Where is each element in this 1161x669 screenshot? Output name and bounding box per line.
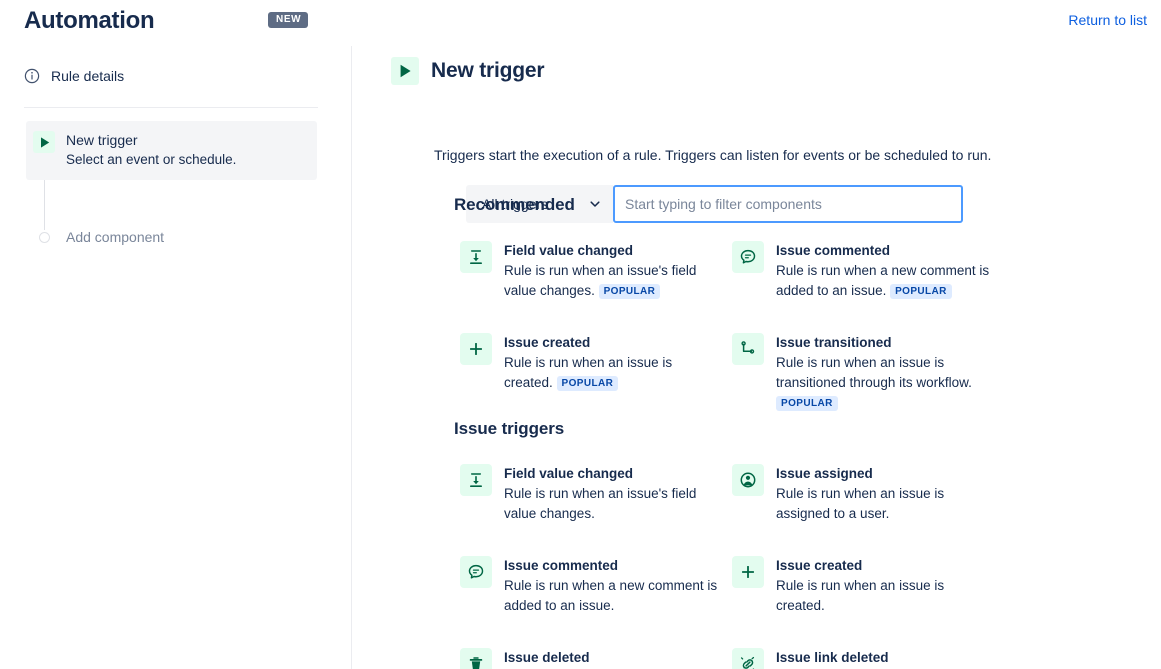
broken-link-icon xyxy=(732,648,764,669)
trigger-card-slot: Issue created Rule is run when an issue i… xyxy=(454,327,726,399)
trigger-card-description-text: Rule is run when an issue is assigned to… xyxy=(776,486,945,521)
popular-badge: POPULAR xyxy=(890,284,952,299)
section-title: Issue triggers xyxy=(454,419,565,438)
trigger-card-text: Issue deletedRule is run when an issue i… xyxy=(504,648,672,669)
play-icon xyxy=(33,131,55,153)
page-header: Automation NEW Return to list xyxy=(0,0,1161,46)
trigger-card-text: Issue commented Rule is run when a new co… xyxy=(504,556,718,616)
trigger-card-description: Rule is run when a new comment is added … xyxy=(504,576,718,616)
trigger-card-title: Field value changed xyxy=(504,466,634,481)
trigger-card-text: Issue assigned Rule is run when an issue … xyxy=(776,464,990,524)
trigger-card-text: Field value changed Rule is run when an i… xyxy=(504,464,718,524)
trigger-card-slot: Issue commented Rule is run when a new co… xyxy=(726,235,998,307)
trigger-card[interactable]: Issue assigned Rule is run when an issue … xyxy=(726,458,998,530)
field-value-changed-icon xyxy=(460,241,492,273)
trigger-card[interactable]: Issue commented Rule is run when a new co… xyxy=(454,550,726,622)
automation-trigger-page: Automation NEW Return to list Rule detai… xyxy=(0,0,1161,669)
plus-icon xyxy=(460,333,492,365)
trigger-card-description: Rule is run when an issue's field value … xyxy=(504,484,718,524)
main-title: New trigger xyxy=(431,59,545,82)
popular-badge: POPULAR xyxy=(556,376,619,391)
trigger-card-title: Issue deleted xyxy=(504,650,590,665)
trigger-card-title: Issue link deleted xyxy=(776,650,889,665)
trigger-card-slot: Issue commented Rule is run when a new co… xyxy=(454,550,726,622)
trigger-card-description: Rule is run when an issue's field value … xyxy=(504,261,718,301)
trigger-card-description-text: Rule is run when an issue is created. xyxy=(776,578,945,613)
trigger-card-text: Issue created Rule is run when an issue i… xyxy=(504,333,718,393)
sidebar-item-new-trigger[interactable]: New trigger Select an event or schedule. xyxy=(26,121,317,180)
popular-badge: POPULAR xyxy=(776,396,838,411)
sidebar: Rule details New trigger Select an event… xyxy=(0,46,352,669)
trigger-card-description: Rule is run when an issue is created. PO… xyxy=(504,353,718,393)
trigger-card-description-text: Rule is run when an issue's field value … xyxy=(504,486,697,521)
main-header: New trigger xyxy=(391,57,545,85)
trigger-card-text: Issue transitioned Rule is run when an is… xyxy=(776,333,990,413)
trigger-card-title: Field value changed xyxy=(504,243,634,258)
trigger-card-title: Issue commented xyxy=(504,558,619,573)
trigger-card-slot: Field value changed Rule is run when an i… xyxy=(454,458,726,530)
section-title: Recommended xyxy=(454,195,575,214)
trigger-card-slot: Issue deletedRule is run when an issue i… xyxy=(454,642,726,669)
trigger-card-title: Issue commented xyxy=(776,243,891,258)
trigger-card-slot: Issue link deletedRule executes when an … xyxy=(726,642,998,669)
trigger-card[interactable]: Issue deletedRule is run when an issue i… xyxy=(454,642,726,669)
trigger-card-description-text: Rule is run when a new comment is added … xyxy=(504,578,718,613)
trigger-card-title: Issue created xyxy=(776,558,863,573)
plus-icon xyxy=(732,556,764,588)
trigger-card-slot: Issue assigned Rule is run when an issue … xyxy=(726,458,998,530)
trigger-card[interactable]: Issue link deletedRule executes when an … xyxy=(726,642,998,669)
trigger-card-slot: Issue created Rule is run when an issue i… xyxy=(726,550,998,622)
sidebar-divider xyxy=(24,107,318,108)
trigger-card[interactable]: Issue transitioned Rule is run when an is… xyxy=(726,327,998,419)
trigger-card-title: Issue assigned xyxy=(776,466,873,481)
trash-icon xyxy=(460,648,492,669)
sidebar-item-rule-details[interactable]: Rule details xyxy=(24,68,124,84)
trigger-card-text: Field value changed Rule is run when an i… xyxy=(504,241,718,301)
trigger-card-text: Issue commented Rule is run when a new co… xyxy=(776,241,990,301)
trigger-card-description: Rule is run when an issue is created. xyxy=(776,576,990,616)
sidebar-item-add-component[interactable]: Add component xyxy=(26,216,317,259)
main-content: New trigger Triggers start the execution… xyxy=(352,46,1161,669)
info-circle-icon xyxy=(24,68,40,84)
circle-outline-icon xyxy=(33,226,55,248)
transition-icon xyxy=(732,333,764,365)
main-description: Triggers start the execution of a rule. … xyxy=(434,147,992,163)
trigger-card[interactable]: Issue created Rule is run when an issue i… xyxy=(454,327,726,399)
trigger-card[interactable]: Field value changed Rule is run when an i… xyxy=(454,235,726,307)
trigger-card-slot: Issue transitioned Rule is run when an is… xyxy=(726,327,998,419)
sidebar-item-title: New trigger xyxy=(66,132,138,148)
new-badge: NEW xyxy=(268,12,309,28)
return-to-list-link[interactable]: Return to list xyxy=(1068,12,1147,28)
trigger-card-description: Rule is run when an issue is transitione… xyxy=(776,353,990,413)
trigger-card-title: Issue transitioned xyxy=(776,335,892,350)
sidebar-item-subtitle: Select an event or schedule. xyxy=(66,152,237,167)
trigger-card-description: Rule is run when an issue is assigned to… xyxy=(776,484,990,524)
chevron-down-icon xyxy=(588,197,602,211)
person-icon xyxy=(732,464,764,496)
trigger-card-text: Issue created Rule is run when an issue i… xyxy=(776,556,990,616)
trigger-card-description-text: Rule is run when a new comment is added … xyxy=(776,263,990,298)
field-value-changed-icon xyxy=(460,464,492,496)
play-icon xyxy=(391,57,419,85)
comment-icon xyxy=(732,241,764,273)
trigger-card-description-text: Rule is run when an issue is transitione… xyxy=(776,355,972,390)
filter-components-input[interactable] xyxy=(613,185,963,223)
page-title: Automation xyxy=(24,7,155,34)
sidebar-item-title: Add component xyxy=(66,229,165,245)
trigger-card-description: Rule is run when a new comment is added … xyxy=(776,261,990,301)
trigger-card[interactable]: Field value changed Rule is run when an i… xyxy=(454,458,726,530)
sidebar-item-label: Rule details xyxy=(51,68,125,84)
trigger-card[interactable]: Issue created Rule is run when an issue i… xyxy=(726,550,998,622)
comment-icon xyxy=(460,556,492,588)
trigger-card-text: Issue link deletedRule executes when an … xyxy=(776,648,965,669)
popular-badge: POPULAR xyxy=(598,284,661,299)
trigger-card[interactable]: Issue commented Rule is run when a new co… xyxy=(726,235,998,307)
trigger-card-title: Issue created xyxy=(504,335,591,350)
trigger-card-slot: Field value changed Rule is run when an i… xyxy=(454,235,726,307)
